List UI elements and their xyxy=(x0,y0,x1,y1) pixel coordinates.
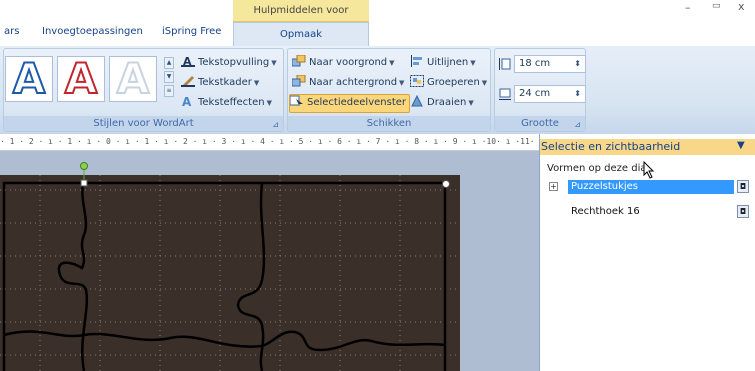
send-backward-button[interactable]: Naar achtergrond ▼ xyxy=(291,74,405,92)
tab-ispring-free[interactable]: iSpring Free xyxy=(162,26,221,37)
gallery-more-icon[interactable]: ≡ xyxy=(164,85,174,97)
shape-height-value: 18 cm xyxy=(519,58,551,69)
rotate-label: Draaien xyxy=(427,97,467,108)
wordart-style-gray[interactable]: A xyxy=(109,56,157,102)
puzzle-pieces-shape[interactable] xyxy=(0,150,540,371)
chevron-down-icon: ▼ xyxy=(470,59,476,67)
rotation-handle xyxy=(80,162,88,170)
wordart-style-red[interactable]: A xyxy=(57,56,105,102)
group-label: Groeperen xyxy=(427,77,480,88)
pen-icon xyxy=(181,75,195,87)
wordart-letter-gray: A xyxy=(116,54,150,103)
shape-width-value: 24 cm xyxy=(519,88,551,99)
resize-handle-corner xyxy=(442,180,450,188)
dialog-launcher-icon[interactable]: ⊿ xyxy=(272,120,279,129)
align-icon xyxy=(410,55,424,67)
tab-ars[interactable]: ars xyxy=(4,26,19,37)
chevron-down-icon: ▼ xyxy=(271,59,277,67)
text-effects-icon: A xyxy=(181,95,195,109)
shape-item-rechthoek-16[interactable]: Rechthoek 16 xyxy=(568,205,643,219)
text-fill-button[interactable]: A Tekstopvulling ▼ xyxy=(181,54,277,72)
tab-invoegtoepassingen[interactable]: Invoegtoepassingen xyxy=(42,26,143,37)
height-icon xyxy=(499,58,511,73)
align-button[interactable]: Uitlijnen ▼ xyxy=(410,54,476,72)
bring-forward-button[interactable]: Naar voorgrond ▼ xyxy=(291,54,395,72)
selection-pane-button[interactable]: Selectiedeelvenster xyxy=(289,94,411,113)
horizontal-ruler: · 1 · 2 · ı · 1 · ı · 0 · ı · 1 · ı · 2 … xyxy=(0,134,540,151)
resize-handle-top xyxy=(80,179,88,187)
text-effects-label: Teksteffecten xyxy=(198,97,265,108)
maximize-button[interactable]: ▭ xyxy=(712,1,721,11)
align-label: Uitlijnen xyxy=(427,57,469,68)
size-group-label: Grootte xyxy=(495,116,585,131)
gallery-scroll-up-icon[interactable]: ▲ xyxy=(164,57,174,69)
arrange-group-label: Schikken xyxy=(288,116,490,131)
bring-forward-icon xyxy=(291,54,306,67)
selection-pane-label: Selectiedeelvenster xyxy=(307,97,407,108)
spinner-icon[interactable]: ⬍ xyxy=(574,56,581,72)
wordart-letter-red: A xyxy=(64,54,98,103)
selection-pane-icon xyxy=(289,95,304,107)
context-tab-label: Hulpmiddelen voor tekenen xyxy=(233,0,369,37)
minimize-button[interactable]: – xyxy=(685,1,691,14)
group-button[interactable]: Groeperen ▼ xyxy=(410,74,487,92)
tab-opmaak[interactable]: Opmaak xyxy=(233,22,369,46)
chevron-down-icon: ▼ xyxy=(389,59,395,67)
text-outline-button[interactable]: Tekstkader ▼ xyxy=(181,74,259,92)
chevron-down-icon: ▼ xyxy=(481,79,488,87)
expand-icon[interactable]: + xyxy=(549,182,558,191)
dialog-launcher-icon[interactable]: ⊿ xyxy=(574,120,581,129)
svg-text:A: A xyxy=(182,95,192,107)
shape-item-puzzelstukjes[interactable]: Puzzelstukjes xyxy=(568,180,734,194)
chevron-down-icon: ▼ xyxy=(266,99,272,107)
rotate-button[interactable]: Draaien ▼ xyxy=(410,94,474,112)
bring-forward-label: Naar voorgrond xyxy=(309,57,388,68)
width-icon xyxy=(499,88,511,103)
text-outline-label: Tekstkader xyxy=(198,77,252,88)
shape-width-input[interactable]: 24 cm ⬍ xyxy=(514,85,586,103)
rotate-icon xyxy=(410,94,424,107)
close-button[interactable]: x xyxy=(738,0,745,13)
mouse-cursor-icon xyxy=(643,161,655,179)
wordart-style-blue[interactable]: A xyxy=(5,56,53,102)
gallery-scroll-down-icon[interactable]: ▼ xyxy=(164,71,174,83)
spinner-icon[interactable]: ⬍ xyxy=(574,86,581,102)
send-backward-label: Naar achtergrond xyxy=(309,77,398,88)
text-fill-icon: A xyxy=(181,55,195,68)
group-icon xyxy=(410,75,424,87)
chevron-down-icon: ▼ xyxy=(468,99,474,107)
wordart-group-label: Stijlen voor WordArt xyxy=(4,116,283,131)
text-effects-button[interactable]: A Teksteffecten ▼ xyxy=(181,94,272,112)
shapes-on-slide-label: Vormen op deze dia: xyxy=(547,163,650,174)
send-backward-icon xyxy=(291,74,306,87)
shape-height-input[interactable]: 18 cm ⬍ xyxy=(514,55,586,73)
wordart-letter-blue: A xyxy=(12,54,46,103)
chevron-down-icon: ▼ xyxy=(399,79,405,87)
pane-menu-button[interactable]: ▼ xyxy=(737,140,745,151)
title-bar xyxy=(0,0,755,22)
visibility-toggle-icon[interactable]: ◘ xyxy=(737,205,749,218)
text-fill-label: Tekstopvulling xyxy=(198,57,270,68)
selection-pane-title: Selectie en zichtbaarheid xyxy=(541,140,681,153)
chevron-down-icon: ▼ xyxy=(253,79,260,87)
visibility-toggle-icon[interactable]: ◘ xyxy=(737,180,749,193)
